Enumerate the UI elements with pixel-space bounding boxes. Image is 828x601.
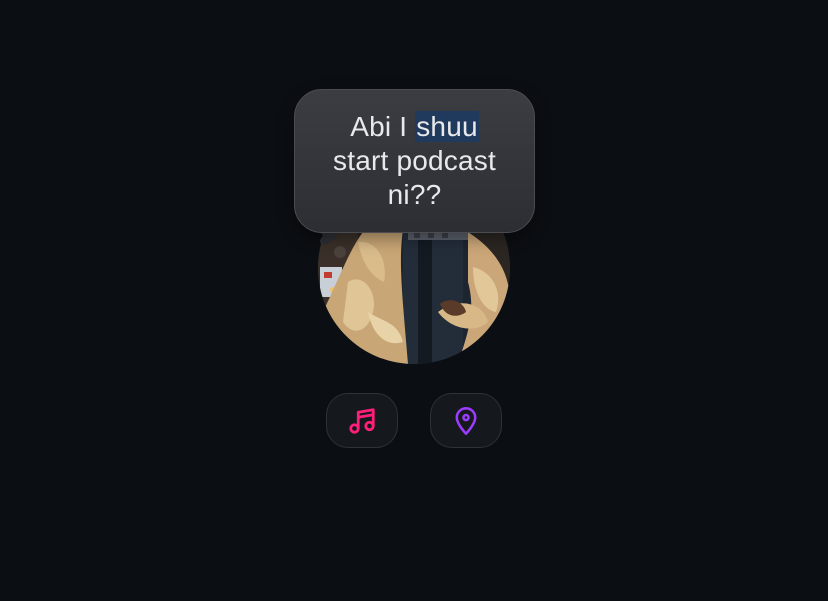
status-bubble[interactable]: Abi I shuu start podcast ni?? xyxy=(294,89,535,233)
music-note-icon xyxy=(349,407,375,434)
status-text: Abi I shuu start podcast ni?? xyxy=(320,110,510,212)
location-button[interactable] xyxy=(430,393,502,448)
selected-text: shuu xyxy=(415,111,479,142)
status-text-part: start podcast ni?? xyxy=(333,145,496,210)
location-pin-icon xyxy=(455,406,477,435)
status-text-part: Abi I xyxy=(350,111,416,142)
music-button[interactable] xyxy=(326,393,398,448)
